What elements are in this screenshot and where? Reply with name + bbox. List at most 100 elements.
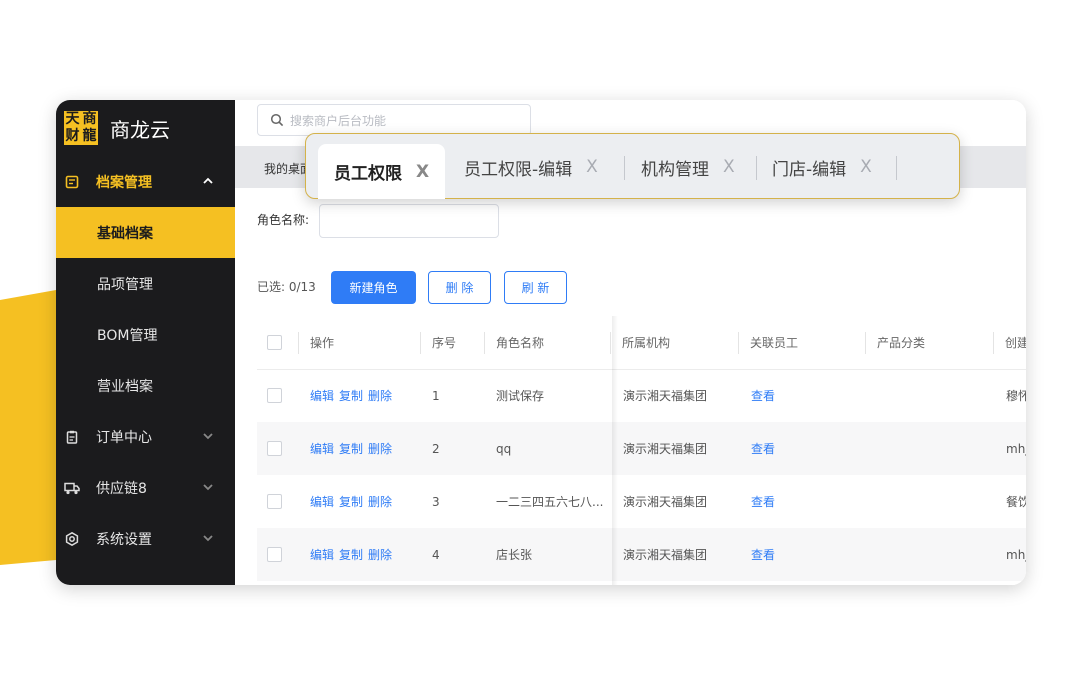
sidebar-item-label: 供应链8	[96, 480, 147, 497]
row-creator: mhj	[1006, 441, 1026, 456]
tab-divider	[624, 156, 625, 180]
header-cell: 角色名称	[484, 316, 622, 369]
tab-divider	[896, 156, 897, 180]
row-org: 演示湘天福集团	[623, 495, 708, 509]
delete-link[interactable]: 删除	[368, 440, 392, 457]
row-creator: 餐饮	[1006, 495, 1026, 509]
row-checkbox[interactable]	[267, 494, 282, 509]
sidebar-item-bom-management[interactable]: BOM管理	[56, 309, 235, 360]
table-row[interactable]: 编辑 复制 删除 2 qq 演示湘天福集团 查看 mhj	[257, 422, 1026, 475]
header-cell: 创建	[993, 316, 1026, 369]
sidebar-item-label: BOM管理	[97, 327, 158, 344]
tab-store-edit[interactable]: 门店-编辑 X	[772, 134, 872, 200]
copy-link[interactable]: 复制	[339, 387, 363, 404]
clipboard-icon	[64, 429, 80, 445]
row-role-name: 一二三四五六七八...	[496, 495, 604, 509]
table-row[interactable]: 编辑 复制 删除 4 店长张 演示湘天福集团 查看 mhj	[257, 528, 1026, 581]
copy-link[interactable]: 复制	[339, 440, 363, 457]
tab-label: 员工权限	[334, 164, 402, 184]
close-icon[interactable]: X	[860, 157, 872, 177]
brand-name: 商龙云	[110, 117, 170, 142]
row-index: 1	[432, 388, 440, 403]
table-header-row: 操作 序号 角色名称 所属机构 关联员工 产品分类 创建	[257, 316, 1026, 370]
roles-table: 操作 序号 角色名称 所属机构 关联员工 产品分类 创建 编辑 复制 删除 1 …	[257, 316, 1026, 585]
view-staff-link[interactable]: 查看	[751, 528, 775, 581]
edit-link[interactable]: 编辑	[310, 387, 334, 404]
close-icon[interactable]: X	[416, 162, 429, 182]
role-name-label: 角色名称:	[257, 213, 310, 227]
close-icon[interactable]: X	[723, 157, 735, 177]
edit-link[interactable]: 编辑	[310, 440, 334, 457]
table-row[interactable]: 编辑 复制 删除 3 一二三四五六七八... 演示湘天福集团 查看 餐饮	[257, 475, 1026, 528]
sidebar-item-archive-management[interactable]: 档案管理	[56, 156, 235, 207]
sidebar-item-label: 订单中心	[96, 429, 152, 446]
tab-label: 员工权限-编辑	[464, 159, 573, 180]
tab-divider	[756, 156, 757, 180]
row-checkbox-cell	[267, 422, 282, 475]
chevron-down-icon	[203, 535, 213, 542]
table-row[interactable]: 编辑 复制 删除 1 测试保存 演示湘天福集团 查看 穆怀	[257, 369, 1026, 422]
row-role-name: 测试保存	[496, 389, 545, 403]
sidebar-item-business-archive[interactable]: 营业档案	[56, 360, 235, 411]
refresh-button[interactable]: 刷 新	[504, 271, 567, 304]
fixed-column-shadow	[612, 316, 618, 585]
sidebar-item-supply-chain[interactable]: 供应链8	[56, 462, 235, 513]
chevron-down-icon	[203, 433, 213, 440]
row-actions: 编辑 复制 删除	[310, 528, 397, 581]
row-index: 3	[432, 494, 440, 509]
delete-link[interactable]: 删除	[368, 387, 392, 404]
row-org: 演示湘天福集团	[623, 442, 708, 456]
sidebar-item-order-center[interactable]: 订单中心	[56, 411, 235, 462]
view-staff-link[interactable]: 查看	[751, 475, 775, 528]
search-placeholder: 搜索商户后台功能	[290, 113, 387, 128]
floating-tab-bar: 员工权限 X 员工权限-编辑 X 机构管理 X 门店-编辑 X	[305, 133, 960, 199]
sidebar-item-item-management[interactable]: 品项管理	[56, 258, 235, 309]
selected-count: 已选: 0/13	[257, 280, 316, 294]
sidebar-item-label: 营业档案	[97, 378, 153, 395]
truck-icon	[64, 480, 80, 496]
copy-link[interactable]: 复制	[339, 546, 363, 563]
delete-button[interactable]: 删 除	[428, 271, 491, 304]
copy-link[interactable]: 复制	[339, 493, 363, 510]
brand: 天 商 财 龍 商龙云	[56, 100, 235, 156]
edit-link[interactable]: 编辑	[310, 546, 334, 563]
tab-org-management[interactable]: 机构管理 X	[641, 134, 735, 200]
row-checkbox-cell	[267, 369, 282, 422]
delete-link[interactable]: 删除	[368, 546, 392, 563]
archive-icon	[64, 174, 80, 190]
new-role-button[interactable]: 新建角色	[331, 271, 416, 304]
row-role-name: qq	[496, 441, 512, 456]
row-creator: mhj	[1006, 547, 1026, 562]
brand-logo: 天 商 财 龍	[64, 111, 98, 145]
row-actions: 编辑 复制 删除	[310, 369, 397, 422]
row-checkbox-cell	[267, 528, 282, 581]
sidebar-item-basic-archive[interactable]: 基础档案	[56, 207, 235, 258]
tab-staff-permission-edit[interactable]: 员工权限-编辑 X	[464, 134, 598, 200]
tab-label: 门店-编辑	[772, 159, 847, 180]
select-all-checkbox[interactable]	[267, 335, 282, 350]
edit-link[interactable]: 编辑	[310, 493, 334, 510]
header-cell: 操作	[298, 316, 430, 369]
row-org: 演示湘天福集团	[623, 548, 708, 562]
row-index: 4	[432, 547, 440, 562]
delete-link[interactable]: 删除	[368, 493, 392, 510]
sidebar: 天 商 财 龍 商龙云 档案管理 基础档案 品项管理 BOM管理 营业档案 订单…	[56, 100, 235, 585]
row-org: 演示湘天福集团	[623, 389, 708, 403]
row-creator: 穆怀	[1006, 389, 1026, 403]
search-input[interactable]: 搜索商户后台功能	[257, 104, 531, 136]
chevron-down-icon	[203, 484, 213, 491]
view-staff-link[interactable]: 查看	[751, 422, 775, 475]
row-checkbox[interactable]	[267, 441, 282, 456]
row-actions: 编辑 复制 删除	[310, 475, 397, 528]
row-checkbox[interactable]	[267, 547, 282, 562]
role-name-input[interactable]	[319, 204, 499, 238]
row-checkbox[interactable]	[267, 388, 282, 403]
view-staff-link[interactable]: 查看	[751, 369, 775, 422]
close-icon[interactable]: X	[586, 157, 598, 177]
tab-staff-permission[interactable]: 员工权限 X	[318, 144, 446, 199]
settings-icon	[64, 531, 80, 547]
sidebar-item-label: 系统设置	[96, 531, 152, 548]
sidebar-item-label: 档案管理	[96, 174, 152, 191]
row-role-name: 店长张	[496, 548, 533, 562]
sidebar-item-system-settings[interactable]: 系统设置	[56, 513, 235, 564]
